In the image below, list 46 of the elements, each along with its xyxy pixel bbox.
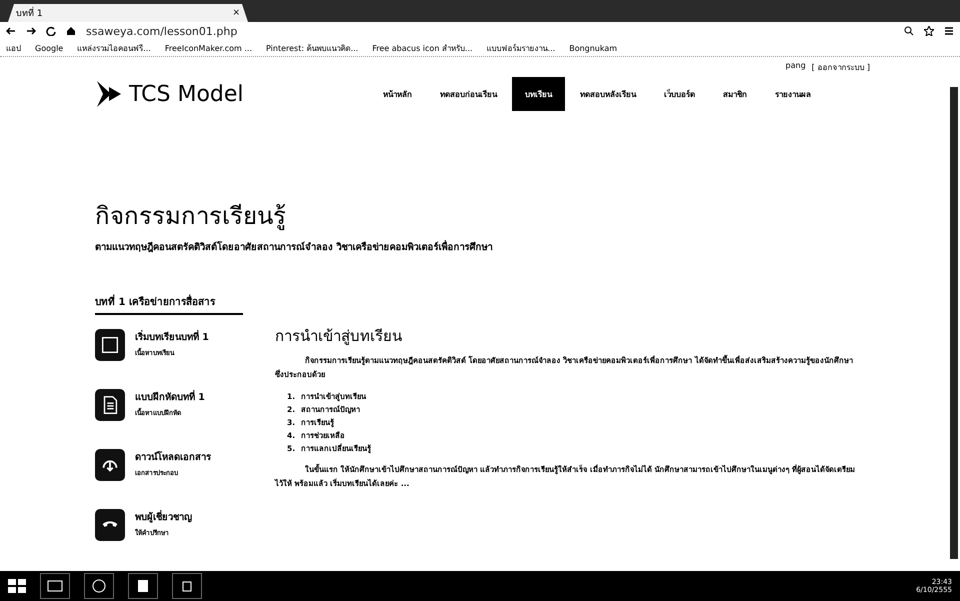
start-icon[interactable] xyxy=(8,577,26,595)
nav-tab[interactable]: บทเรียน xyxy=(512,77,565,111)
logout-link[interactable]: [ ออกจากระบบ ] xyxy=(812,61,870,74)
address-field[interactable]: ssaweya.com/lesson01.php xyxy=(86,24,894,38)
page-subtitle: ตามแนวทฤษฎีคอนสตรัคติวิสต์โดยอาศัยสถานการณ์จำลอง วิชาเครือข่ายคอมพิวเตอร์เพื่อการศึกษา xyxy=(95,239,494,254)
reload-icon[interactable] xyxy=(46,26,56,36)
menu-item-title[interactable]: ดาวน์โหลดเอกสาร xyxy=(135,449,211,464)
book-icon[interactable] xyxy=(95,329,125,361)
browser-tab[interactable]: บทที่ 1 × xyxy=(8,4,248,22)
home-icon[interactable] xyxy=(66,26,76,36)
scrollbar[interactable] xyxy=(950,87,958,559)
app-icon[interactable] xyxy=(172,573,202,599)
download-icon[interactable] xyxy=(95,449,125,481)
bookmark-link[interactable]: Pinterest: ค้นพบแนวคิด... xyxy=(266,42,358,54)
menu-item-title[interactable]: แบบฝึกหัดบทที่ 1 xyxy=(135,389,205,404)
nav-tab[interactable]: เว็บบอร์ด xyxy=(651,77,708,111)
explorer-icon[interactable] xyxy=(40,573,70,599)
forward-icon[interactable] xyxy=(26,26,36,36)
site-logo: TCS Model xyxy=(129,82,244,106)
section-heading: บทที่ 1 เครือข่ายการสื่อสาร xyxy=(95,294,243,315)
bookmark-link[interactable]: แบบฟอร์มรายงาน... xyxy=(486,42,556,54)
user-name: pang xyxy=(786,61,806,72)
content-heading: การนำเข้าสู่บทเรียน xyxy=(275,326,403,347)
logo-icon xyxy=(95,79,123,109)
bookmark-link[interactable]: แหล่งรวมไอคอนฟรี... xyxy=(77,42,151,54)
menu-item-title[interactable]: พบผู้เชี่ยวชาญ xyxy=(135,509,192,524)
menu-icon[interactable] xyxy=(944,26,954,36)
bookmark-link[interactable]: Google xyxy=(35,44,64,52)
bookmark-link[interactable]: Bongnukam xyxy=(569,44,618,52)
nav-tab[interactable]: รายงานผล xyxy=(762,77,824,111)
document-icon[interactable] xyxy=(95,389,125,421)
menu-item-title[interactable]: เริ่มบทเรียนบทที่ 1 xyxy=(135,329,209,344)
bookmark-link[interactable]: แอป xyxy=(6,42,21,54)
nav-tab[interactable]: หน้าหลัก xyxy=(370,77,425,111)
bookmark-link[interactable]: FreeIconMaker.com ... xyxy=(164,44,252,52)
phone-icon[interactable] xyxy=(95,509,125,541)
nav-tab[interactable]: ทดสอบหลังเรียน xyxy=(567,77,649,111)
star-icon[interactable] xyxy=(924,26,934,36)
bookmark-link[interactable]: Free abacus icon สำหรับ... xyxy=(372,42,473,54)
nav-tab[interactable]: สมาชิก xyxy=(710,77,760,111)
page-title: กิจกรรมการเรียนรู้ xyxy=(95,201,287,232)
browser-icon[interactable] xyxy=(84,573,114,599)
search-icon[interactable] xyxy=(904,26,914,36)
back-icon[interactable] xyxy=(6,26,16,36)
word-icon[interactable] xyxy=(128,573,158,599)
nav-tab[interactable]: ทดสอบก่อนเรียน xyxy=(427,77,510,111)
